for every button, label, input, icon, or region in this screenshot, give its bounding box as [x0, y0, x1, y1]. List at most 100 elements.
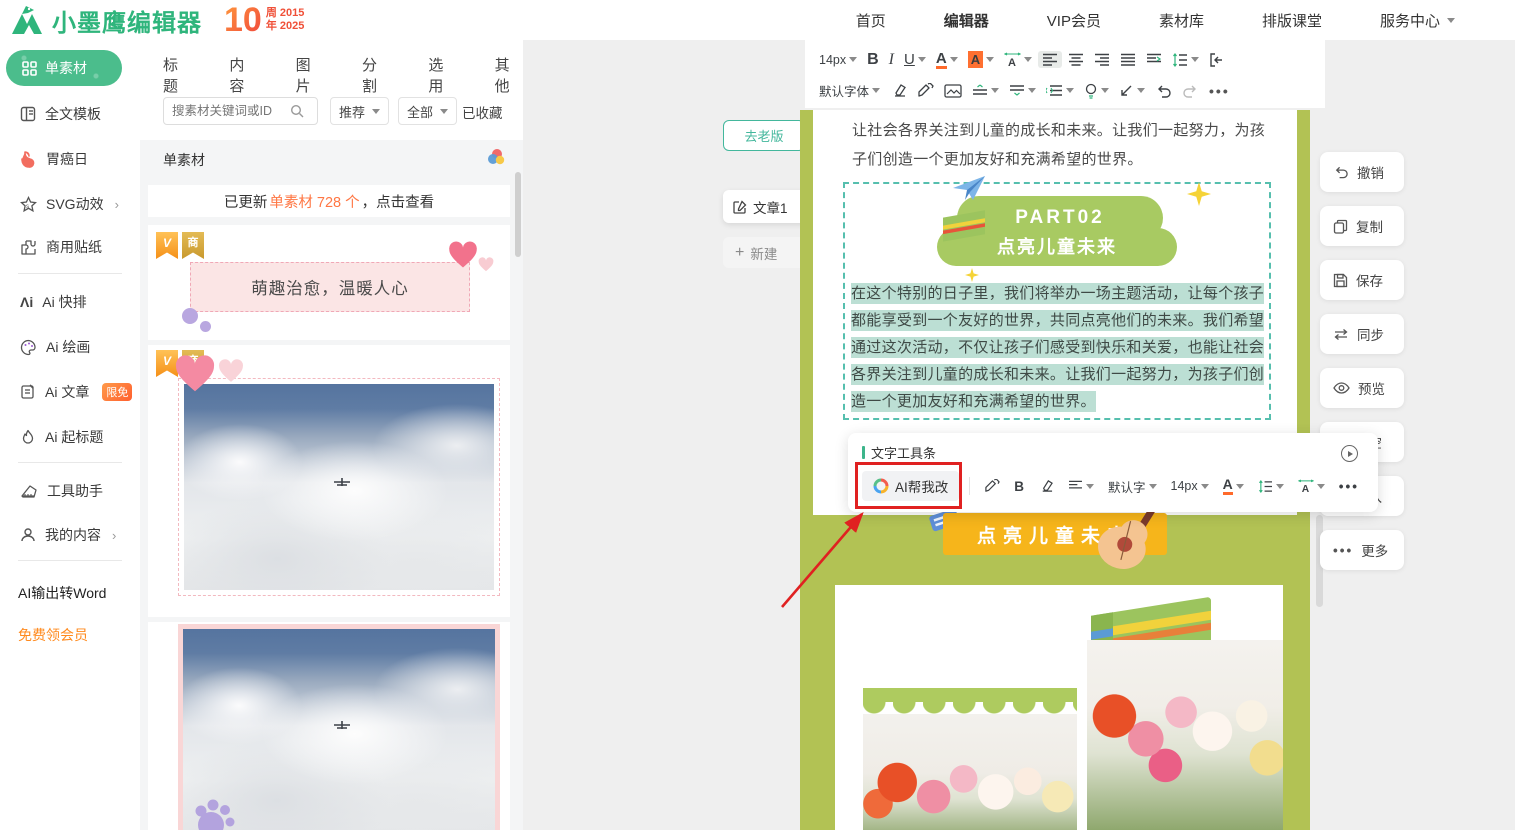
- search-input[interactable]: [172, 104, 290, 118]
- align-icon[interactable]: [1064, 478, 1098, 494]
- clear-format-icon[interactable]: [886, 81, 911, 100]
- format-painter-icon[interactable]: [913, 81, 938, 101]
- sync-button[interactable]: 同步: [1320, 314, 1404, 354]
- sidebar-item-ai-title[interactable]: Ai 起标题: [20, 427, 103, 447]
- align-left-icon[interactable]: [1038, 51, 1063, 68]
- more-button[interactable]: ••• 更多: [1320, 530, 1404, 570]
- font-size-select[interactable]: 14px: [815, 51, 861, 69]
- align-justify-icon[interactable]: [1116, 51, 1140, 68]
- paragraph-spacing-icon[interactable]: [1042, 82, 1078, 99]
- indent-icon[interactable]: [1142, 51, 1166, 68]
- sidebar-item-my-content[interactable]: 我的内容 ›: [20, 525, 116, 545]
- scallop-band: [863, 688, 1077, 702]
- line-height-icon[interactable]: [1254, 478, 1288, 495]
- font-family-select[interactable]: 默认字体: [815, 79, 884, 102]
- sidebar-divider: [18, 462, 122, 463]
- update-notice[interactable]: 已更新 单素材 728 个，点击查看: [148, 185, 510, 217]
- resize-arrow-icon[interactable]: [1115, 82, 1149, 100]
- old-version-button[interactable]: 去老版: [723, 120, 805, 151]
- ai-icon: Λi: [20, 294, 34, 310]
- logo[interactable]: 小墨鹰编辑器 10 周 2015 年 2025: [10, 2, 304, 38]
- sidebar-item-tools[interactable]: 工具助手: [20, 481, 103, 501]
- margin-bottom-icon[interactable]: [1005, 82, 1040, 99]
- undo-button[interactable]: 撤销: [1320, 152, 1404, 192]
- sidebar-item-svg-motion[interactable]: s SVG动效 ›: [20, 194, 119, 214]
- bold-icon[interactable]: B: [863, 49, 883, 71]
- save-button[interactable]: 保存: [1320, 260, 1404, 300]
- letter-spacing-icon[interactable]: A: [1000, 50, 1036, 69]
- lamp-icon[interactable]: [1080, 81, 1113, 101]
- material-tabs: 标题 内容 图片 分割 选用 其他: [163, 54, 523, 96]
- format-painter-icon[interactable]: [980, 477, 1004, 496]
- font-color-icon[interactable]: A: [932, 49, 962, 71]
- quote-text-material: 萌趣治愈，温暖人心: [190, 262, 470, 312]
- template-icon: [20, 106, 36, 122]
- panel-scrollbar[interactable]: [515, 172, 521, 257]
- italic-icon[interactable]: I: [885, 49, 898, 71]
- sidebar-item-ai-paint[interactable]: Ai 绘画: [20, 337, 90, 357]
- sidebar-link-free-vip[interactable]: 免费领会员: [18, 625, 88, 645]
- filter-recommend[interactable]: 推荐: [330, 97, 390, 125]
- filter-all[interactable]: 全部: [398, 97, 458, 125]
- new-document-button[interactable]: + 新建: [723, 237, 810, 268]
- selected-block-outline[interactable]: PART02 点亮儿童未来 在这个特别的日子里，我们将举办一场主题活动，让每个孩…: [843, 176, 1271, 420]
- selected-text[interactable]: 在这个特别的日子里，我们将举办一场主题活动，让每个孩子都能享受到一个友好的世界，…: [851, 280, 1267, 415]
- material-card-text[interactable]: V 商 萌趣治愈，温暖人心: [148, 225, 510, 340]
- sidebar-item-ai-layout[interactable]: Λi Ai 快排: [20, 292, 87, 312]
- document-tab[interactable]: 文章1: [723, 190, 810, 223]
- tab-image[interactable]: 图片: [296, 54, 324, 96]
- filter-favorited[interactable]: 已收藏: [462, 102, 503, 122]
- nav-editor[interactable]: 编辑器: [944, 10, 989, 31]
- nav-materials[interactable]: 素材库: [1159, 10, 1204, 31]
- tab-content[interactable]: 内容: [229, 54, 257, 96]
- sidebar-item-stomach-day[interactable]: 胃癌日: [20, 149, 88, 169]
- tab-title[interactable]: 标题: [163, 54, 191, 96]
- sidebar-item-ai-article[interactable]: Ai 文章 限免: [20, 382, 133, 402]
- more-icon[interactable]: •••: [1335, 477, 1363, 496]
- material-card-photo-solid[interactable]: [148, 622, 510, 830]
- sidebar-link-ai-to-word[interactable]: AI输出转Word: [18, 583, 106, 603]
- nav-home[interactable]: 首页: [856, 10, 886, 31]
- nav-vip[interactable]: VIP会员: [1047, 10, 1101, 31]
- letter-spacing-icon[interactable]: A: [1294, 477, 1329, 495]
- sidebar-divider: [18, 560, 122, 561]
- material-card-photo-dashed[interactable]: V 商: [148, 345, 510, 617]
- font-color-icon[interactable]: A: [1219, 475, 1248, 497]
- tab-other[interactable]: 其他: [495, 54, 523, 96]
- preview-button[interactable]: 预览: [1320, 368, 1404, 408]
- nav-course[interactable]: 排版课堂: [1262, 10, 1322, 31]
- redo-icon[interactable]: [1178, 82, 1203, 100]
- commercial-badge: 商: [182, 232, 204, 259]
- paragraph-top[interactable]: 让社会各界关注到儿童的成长和未来。让我们一起努力，为孩子们创造一个更加友好和充满…: [852, 116, 1270, 174]
- outdent-bracket-icon[interactable]: [1205, 51, 1229, 69]
- margin-top-icon[interactable]: [968, 82, 1003, 99]
- highlight-color-icon[interactable]: A: [964, 49, 998, 70]
- sidebar-item-full-template[interactable]: 全文模板: [20, 104, 101, 124]
- sidebar-item-single-material[interactable]: 单素材: [6, 50, 122, 86]
- image-icon[interactable]: [940, 82, 966, 100]
- align-center-icon[interactable]: [1064, 51, 1088, 68]
- bold-icon[interactable]: B: [1010, 477, 1028, 496]
- more-tools-icon[interactable]: •••: [1205, 81, 1234, 101]
- line-height-icon[interactable]: [1168, 51, 1203, 69]
- color-palette-icon[interactable]: [486, 148, 506, 166]
- grid-icon: [22, 60, 37, 76]
- article-icon: [20, 384, 36, 400]
- tab-selected[interactable]: 选用: [428, 54, 456, 96]
- notice-highlight: 单素材 728 个: [269, 194, 360, 211]
- underline-icon[interactable]: U: [900, 49, 930, 70]
- tab-divider[interactable]: 分割: [362, 54, 390, 96]
- photo-frame: [178, 378, 500, 596]
- align-right-icon[interactable]: [1090, 51, 1114, 68]
- undo-icon[interactable]: [1151, 82, 1176, 100]
- nav-service[interactable]: 服务中心: [1380, 10, 1455, 31]
- svg-text:A: A: [1302, 484, 1310, 493]
- font-family-select[interactable]: 默认字: [1104, 475, 1161, 498]
- copy-button[interactable]: 复制: [1320, 206, 1404, 246]
- sidebar-item-stickers[interactable]: 商用贴纸: [20, 237, 102, 257]
- clear-format-icon[interactable]: [1034, 477, 1058, 495]
- play-circle-icon[interactable]: [1341, 445, 1358, 462]
- font-size-select[interactable]: 14px: [1167, 477, 1213, 495]
- annotation-arrow: [781, 512, 864, 608]
- material-search[interactable]: [163, 97, 318, 125]
